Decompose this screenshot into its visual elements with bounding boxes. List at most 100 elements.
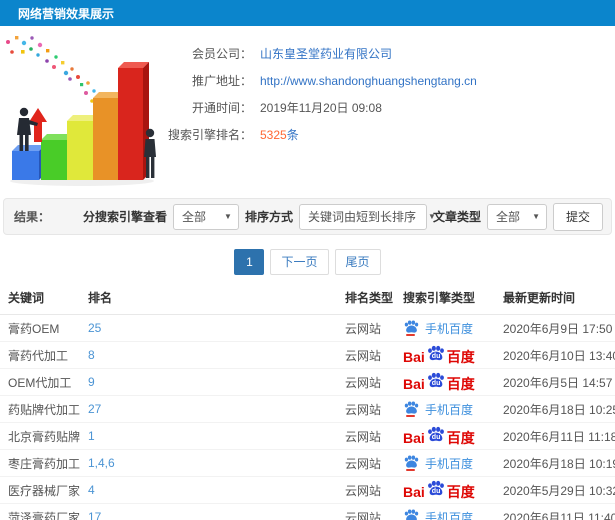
search-engine-cell: 手机百度 Baidu百度: [403, 320, 495, 337]
search-engine-cell: 手机百度 Baidu百度: [403, 345, 495, 365]
article-type-value: 全部: [495, 210, 520, 224]
rank-link[interactable]: 25: [88, 321, 101, 335]
table-row: 药贴牌代加工 27 云网站 手机百度 Baidu百度 2020年6月18日 10…: [0, 395, 615, 423]
sort-value: 关键词由短到长排序: [307, 210, 416, 224]
mobile-baidu-badge[interactable]: 手机百度: [403, 401, 473, 418]
page-header: 网络营销效果展示: [0, 0, 615, 26]
rank-type-cell: 云网站: [337, 449, 395, 477]
baidu-logo[interactable]: Bai du 百度: [403, 480, 475, 500]
baidu-paw-icon: [403, 320, 420, 336]
info-list: 会员公司： 山东皇圣堂药业有限公司 推广地址： http://www.shand…: [162, 30, 615, 192]
rank-link[interactable]: 1: [88, 429, 95, 443]
rank-link[interactable]: 8: [88, 348, 95, 362]
filter-bar: 结果： 分搜索引擎查看 全部 ▼ 排序方式 关键词由短到长排序 ▼ 文章类型 全…: [3, 198, 612, 235]
table-header-row: 关键词 排名 排名类型 搜索引擎类型 最新更新时间: [0, 281, 615, 315]
result-label: 结果：: [14, 210, 51, 224]
next-page-button[interactable]: 下一页: [270, 249, 329, 275]
col-header-keyword: 关键词: [0, 281, 80, 315]
last-page-button[interactable]: 尾页: [334, 249, 381, 275]
search-engine-cell: 手机百度 Baidu百度: [403, 455, 495, 472]
updated-cell: 2020年6月18日 10:19: [495, 449, 615, 477]
col-header-rank-type: 排名类型: [337, 281, 395, 315]
opened-time-label: 开通时间：: [191, 101, 252, 115]
col-header-engine-type: 搜索引擎类型: [395, 281, 495, 315]
info-section: 会员公司： 山东皇圣堂药业有限公司 推广地址： http://www.shand…: [0, 26, 615, 194]
engine-rank-row: 搜索引擎排名： 5325 条: [162, 121, 615, 148]
engine-filter-select[interactable]: 全部 ▼: [172, 203, 239, 230]
baidu-paw-icon: du: [426, 372, 446, 391]
col-header-rank: 排名: [80, 281, 337, 315]
rank-link[interactable]: 1,4,6: [88, 456, 115, 470]
keyword-cell: 膏药OEM: [0, 314, 80, 342]
mobile-baidu-badge[interactable]: 手机百度: [403, 320, 473, 337]
baidu-logo[interactable]: Bai du 百度: [403, 345, 475, 365]
chevron-down-icon: ▼: [532, 212, 540, 221]
updated-cell: 2020年5月29日 10:32: [495, 476, 615, 504]
article-type-select[interactable]: 全部 ▼: [486, 203, 547, 230]
updated-cell: 2020年6月10日 13:40: [495, 341, 615, 369]
rank-type-cell: 云网站: [337, 476, 395, 504]
keyword-cell: 膏药代加工: [0, 341, 80, 369]
rank-link[interactable]: 17: [88, 510, 101, 520]
keyword-cell: 菏泽膏药厂家: [0, 503, 80, 520]
growth-chart-image: [6, 36, 156, 186]
updated-cell: 2020年6月5日 14:57: [495, 368, 615, 396]
rank-type-cell: 云网站: [337, 368, 395, 396]
rank-type-cell: 云网站: [337, 314, 395, 342]
engine-rank-unit[interactable]: 条: [287, 126, 299, 143]
search-engine-cell: 手机百度 Baidu百度: [403, 426, 495, 446]
filter-controls: 分搜索引擎查看 全部 ▼ 排序方式 关键词由短到长排序 ▼ 文章类型 全部 ▼ …: [82, 202, 603, 231]
engine-rank-count: 5325: [260, 127, 287, 142]
table-row: 枣庄膏药加工 1,4,6 云网站 手机百度 Baidu百度 2020年6月18日…: [0, 449, 615, 477]
search-engine-cell: 手机百度 Baidu百度: [403, 480, 495, 500]
sort-select[interactable]: 关键词由短到长排序 ▼: [298, 203, 436, 230]
rank-type-cell: 云网站: [337, 341, 395, 369]
rank-link[interactable]: 9: [88, 375, 95, 389]
keyword-cell: 枣庄膏药加工: [0, 449, 80, 477]
updated-cell: 2020年6月18日 10:25: [495, 395, 615, 423]
engine-filter-label: 分搜索引擎查看: [82, 210, 167, 224]
keyword-cell: 医疗器械厂家: [0, 476, 80, 504]
search-engine-cell: 手机百度 Baidu百度: [403, 509, 495, 520]
table-row: 菏泽膏药厂家 17 云网站 手机百度 Baidu百度 2020年6月11日 11…: [0, 503, 615, 520]
engine-rank-label: 搜索引擎排名：: [167, 128, 252, 142]
mobile-baidu-label: 手机百度: [425, 402, 474, 417]
promo-url-row: 推广地址： http://www.shandonghuangshengtang.…: [162, 67, 615, 94]
table-row: OEM代加工 9 云网站 手机百度 Baidu百度 2020年6月5日 14:5…: [0, 368, 615, 396]
table-row: 膏药代加工 8 云网站 手机百度 Baidu百度 2020年6月10日 13:4…: [0, 341, 615, 369]
search-engine-cell: 手机百度 Baidu百度: [403, 372, 495, 392]
col-header-updated: 最新更新时间: [495, 281, 615, 315]
mobile-baidu-badge[interactable]: 手机百度: [403, 455, 473, 472]
keyword-cell: 药贴牌代加工: [0, 395, 80, 423]
sort-label: 排序方式: [244, 210, 293, 224]
baidu-paw-icon: du: [426, 426, 446, 445]
keyword-rank-table: 关键词 排名 排名类型 搜索引擎类型 最新更新时间 膏药OEM 25 云网站 手…: [0, 281, 615, 520]
page-button-current[interactable]: 1: [234, 249, 265, 275]
updated-cell: 2020年6月11日 11:40: [495, 503, 615, 520]
opened-time-row: 开通时间： 2019年11月20日 09:08: [162, 94, 615, 121]
mobile-baidu-label: 手机百度: [425, 456, 474, 471]
chevron-down-icon: ▼: [224, 212, 232, 221]
rank-link[interactable]: 27: [88, 402, 101, 416]
company-row: 会员公司： 山东皇圣堂药业有限公司: [162, 40, 615, 67]
company-label: 会员公司：: [191, 47, 252, 61]
table-row: 北京膏药贴牌 1 云网站 手机百度 Baidu百度 2020年6月11日 11:…: [0, 422, 615, 450]
submit-button[interactable]: 提交: [552, 202, 603, 231]
rank-type-cell: 云网站: [337, 422, 395, 450]
mobile-baidu-label: 手机百度: [425, 321, 474, 336]
baidu-paw-icon: [403, 455, 420, 471]
promo-url-link[interactable]: http://www.shandonghuangshengtang.cn: [260, 74, 477, 88]
article-type-label: 文章类型: [432, 210, 481, 224]
growth-chart-illustration: [0, 30, 162, 192]
promo-url-label: 推广地址：: [191, 74, 252, 88]
company-link[interactable]: 山东皇圣堂药业有限公司: [260, 45, 392, 62]
baidu-logo[interactable]: Bai du 百度: [403, 426, 475, 446]
page-title: 网络营销效果展示: [18, 6, 115, 21]
updated-cell: 2020年6月11日 11:18: [495, 422, 615, 450]
baidu-logo[interactable]: Bai du 百度: [403, 372, 475, 392]
mobile-baidu-badge[interactable]: 手机百度: [403, 509, 473, 520]
rank-link[interactable]: 4: [88, 483, 95, 497]
keyword-cell: OEM代加工: [0, 368, 80, 396]
opened-time-value: 2019年11月20日 09:08: [260, 101, 382, 115]
rank-type-cell: 云网站: [337, 503, 395, 520]
